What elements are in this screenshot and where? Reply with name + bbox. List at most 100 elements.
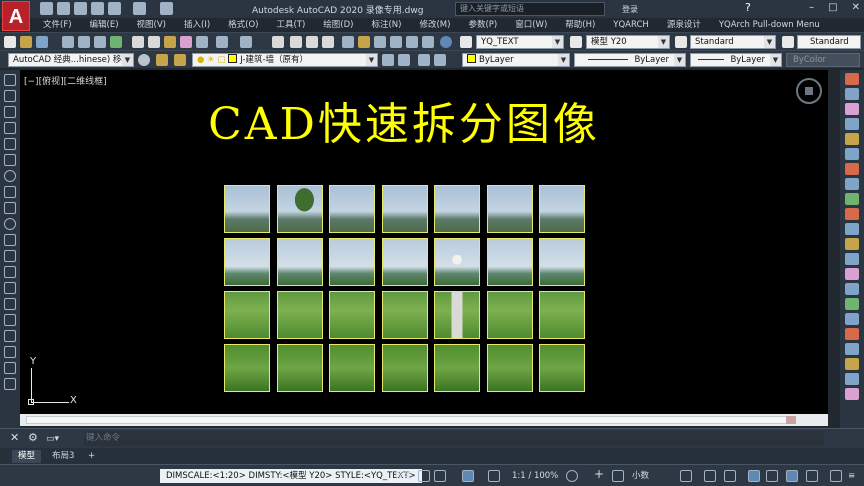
paste-icon[interactable] bbox=[164, 36, 176, 48]
menu-yqarch-pulldown[interactable]: YQArch Pull-down Menu bbox=[710, 18, 829, 32]
redo-icon[interactable] bbox=[240, 36, 252, 48]
new-icon[interactable] bbox=[4, 36, 16, 48]
recent-commands-icon[interactable]: ▭▾ bbox=[46, 432, 59, 446]
add-selected-icon[interactable] bbox=[4, 378, 16, 390]
command-input[interactable]: 键入命令 bbox=[84, 431, 824, 446]
isolate-objects-icon[interactable] bbox=[724, 470, 736, 482]
publish-icon[interactable] bbox=[94, 36, 106, 48]
image-tile[interactable] bbox=[224, 344, 270, 392]
make-block-icon[interactable] bbox=[4, 266, 16, 278]
close-icon[interactable]: ✕ bbox=[10, 431, 19, 445]
design-center-icon[interactable] bbox=[358, 36, 370, 48]
sheet-set-icon[interactable] bbox=[390, 36, 402, 48]
image-tile[interactable] bbox=[224, 291, 270, 339]
divide-icon[interactable] bbox=[845, 343, 859, 355]
polygon-icon[interactable] bbox=[4, 122, 16, 134]
menu-format[interactable]: 格式(O) bbox=[219, 18, 267, 32]
units-value[interactable]: 小数 bbox=[632, 469, 649, 483]
image-tile[interactable] bbox=[329, 238, 375, 286]
menu-yqarch[interactable]: YQARCH bbox=[604, 18, 658, 32]
scrollbar-thumb[interactable] bbox=[26, 416, 788, 424]
open-icon[interactable] bbox=[20, 36, 32, 48]
offset-icon[interactable] bbox=[845, 118, 859, 130]
image-tile[interactable] bbox=[434, 344, 480, 392]
polyline-icon[interactable] bbox=[4, 106, 16, 118]
image-tile[interactable] bbox=[486, 344, 533, 392]
print-icon[interactable] bbox=[62, 36, 74, 48]
undo-icon[interactable] bbox=[133, 2, 146, 15]
lineweight-select[interactable]: ByLayer ▼ bbox=[690, 53, 782, 67]
preview-icon[interactable] bbox=[78, 36, 90, 48]
array-icon[interactable] bbox=[845, 133, 859, 145]
ellipse-icon[interactable] bbox=[4, 218, 16, 230]
tab-add[interactable]: + bbox=[82, 450, 101, 463]
rectangle-icon[interactable] bbox=[4, 138, 16, 150]
tab-model[interactable]: 模型 bbox=[12, 450, 42, 463]
3d-dwf-icon[interactable] bbox=[110, 36, 122, 48]
color-select[interactable]: ByLayer ▼ bbox=[462, 53, 570, 67]
break-icon[interactable] bbox=[845, 238, 859, 250]
gear-icon[interactable] bbox=[566, 470, 578, 482]
quickcalc-icon[interactable] bbox=[422, 36, 434, 48]
image-tile[interactable] bbox=[539, 238, 585, 286]
menu-dimension[interactable]: 标注(N) bbox=[362, 18, 410, 32]
line-icon[interactable] bbox=[4, 74, 16, 86]
move-icon[interactable] bbox=[845, 148, 859, 160]
layer-isolate-icon[interactable] bbox=[418, 54, 430, 66]
plot-icon[interactable] bbox=[108, 2, 121, 15]
edit-hatch-icon[interactable] bbox=[845, 388, 859, 400]
image-tile[interactable] bbox=[329, 185, 375, 233]
match-properties-icon[interactable] bbox=[180, 36, 192, 48]
image-tile[interactable] bbox=[276, 291, 323, 339]
gradient-icon[interactable] bbox=[4, 314, 16, 326]
units-icon[interactable] bbox=[612, 470, 624, 482]
image-tile[interactable] bbox=[381, 344, 428, 392]
erase-icon[interactable] bbox=[845, 73, 859, 85]
close-button[interactable]: ✕ bbox=[852, 2, 860, 13]
menu-icon[interactable]: ≡ bbox=[848, 469, 855, 483]
linetype-select[interactable]: ByLayer ▼ bbox=[574, 53, 686, 67]
image-tile[interactable] bbox=[486, 185, 533, 233]
menu-view[interactable]: 视图(V) bbox=[128, 18, 175, 32]
zoom-realtime-icon[interactable] bbox=[290, 36, 302, 48]
layer-state-icon[interactable] bbox=[174, 54, 186, 66]
text-style-select[interactable]: YQ_TEXT ▼ bbox=[476, 35, 564, 49]
selection-cycling-icon[interactable] bbox=[462, 470, 474, 482]
quick-properties-icon[interactable] bbox=[680, 470, 692, 482]
hatch-icon[interactable] bbox=[4, 298, 16, 310]
align-icon[interactable] bbox=[845, 313, 859, 325]
help-icon[interactable] bbox=[440, 36, 452, 48]
image-tile[interactable] bbox=[224, 238, 270, 286]
undo-icon[interactable] bbox=[216, 36, 228, 48]
lengthen-icon[interactable] bbox=[845, 328, 859, 340]
annotation-scale-icon[interactable] bbox=[488, 470, 500, 482]
edit-polyline-icon[interactable] bbox=[845, 373, 859, 385]
model-space-toggle[interactable]: 模型 bbox=[395, 469, 412, 483]
copy-object-icon[interactable] bbox=[845, 88, 859, 100]
zoom-window-icon[interactable] bbox=[306, 36, 318, 48]
search-input[interactable]: 键入关键字或短语 bbox=[455, 2, 605, 16]
block-editor-icon[interactable] bbox=[196, 36, 208, 48]
image-tile[interactable] bbox=[276, 238, 323, 286]
dim-style-select[interactable]: 模型 Y20 ▼ bbox=[586, 35, 670, 49]
image-tile[interactable] bbox=[224, 185, 270, 233]
application-menu-button[interactable]: A bbox=[2, 1, 30, 31]
scrollbar-handle[interactable] bbox=[786, 416, 796, 424]
zoom-previous-icon[interactable] bbox=[322, 36, 334, 48]
measure-icon[interactable] bbox=[845, 358, 859, 370]
multileader-style-select[interactable]: Standard bbox=[797, 35, 861, 49]
tab-layout3[interactable]: 布局3 bbox=[46, 450, 80, 463]
arc-icon[interactable] bbox=[4, 154, 16, 166]
image-tile[interactable] bbox=[486, 291, 533, 339]
menu-window[interactable]: 窗口(W) bbox=[506, 18, 556, 32]
table-style-select[interactable]: Standard ▼ bbox=[690, 35, 776, 49]
menu-edit[interactable]: 编辑(E) bbox=[81, 18, 128, 32]
add-icon[interactable]: + bbox=[594, 467, 604, 481]
menu-tools[interactable]: 工具(T) bbox=[267, 18, 314, 32]
copy-icon[interactable] bbox=[148, 36, 160, 48]
circle-icon[interactable] bbox=[4, 170, 16, 182]
menu-modify[interactable]: 修改(M) bbox=[410, 18, 459, 32]
hardware-acceleration-icon[interactable] bbox=[748, 470, 760, 482]
save-icon[interactable] bbox=[36, 36, 48, 48]
clean-screen-icon[interactable] bbox=[766, 470, 778, 482]
